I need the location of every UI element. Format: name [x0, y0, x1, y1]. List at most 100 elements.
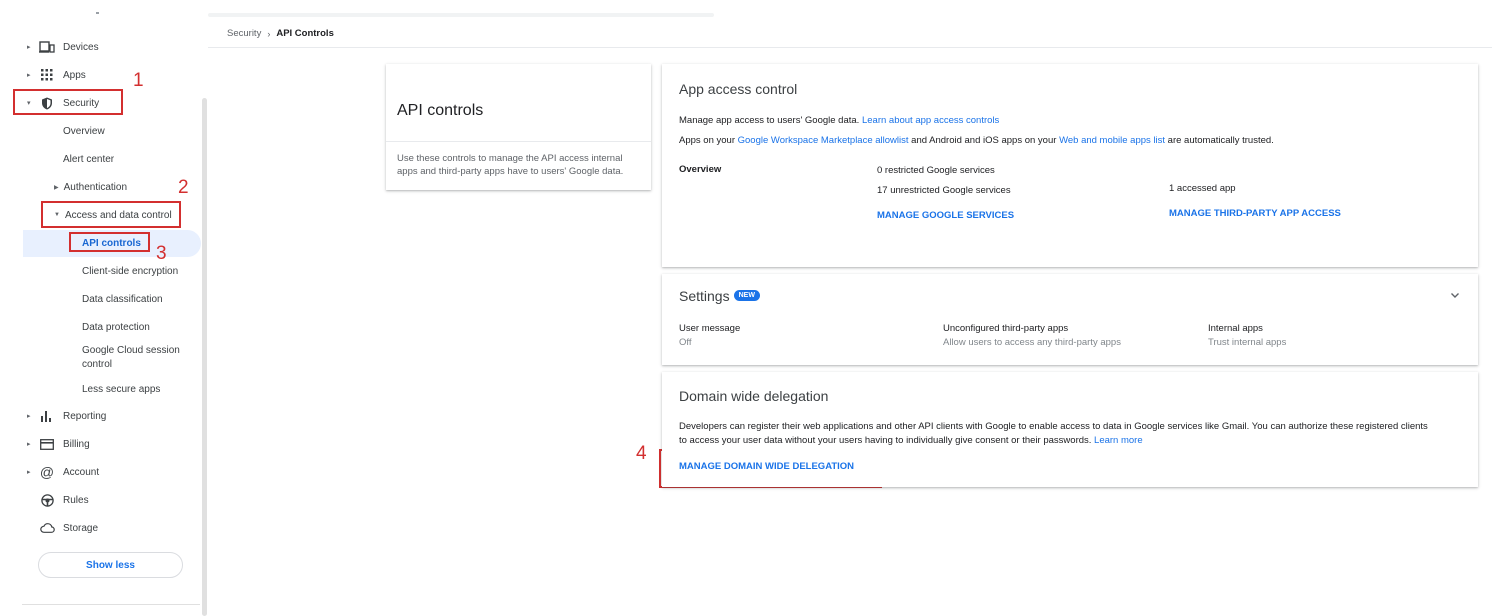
learn-app-access-link[interactable]: Learn about app access controls [862, 115, 999, 126]
sidebar-item-label: Data protection [82, 321, 150, 333]
sidebar-item-label: Authentication [63, 181, 128, 193]
sidebar-item-label: Reporting [63, 410, 107, 422]
app-access-text: Apps on your [679, 135, 735, 146]
header-divider [208, 47, 1492, 48]
sidebar-item-less-secure-apps[interactable]: Less secure apps [82, 377, 160, 401]
sidebar-item-rules[interactable]: Rules [0, 486, 200, 514]
user-message-label: User message [679, 323, 741, 334]
marketplace-allowlist-link[interactable]: Google Workspace Marketplace allowlist [738, 135, 909, 146]
app-access-text: and Android and iOS apps on your [911, 135, 1057, 146]
annotation-box-access-data-control [41, 201, 181, 228]
delegation-description-text: to access your user data without your us… [679, 435, 1092, 446]
sidebar-item-overview[interactable]: Overview [63, 119, 105, 143]
sidebar-item-label: Devices [63, 41, 99, 53]
sidebar-item-label: Less secure apps [82, 383, 161, 395]
settings-title: Settings [679, 288, 730, 304]
breadcrumb-separator-icon: › [267, 28, 271, 39]
user-message-value: Off [679, 337, 692, 348]
breadcrumb: Security › API Controls [227, 28, 334, 39]
annotation-number: 3 [156, 243, 167, 264]
card-title: App access control [679, 81, 798, 97]
sidebar-item-google-cloud-session-control[interactable]: Google Cloud session control [82, 343, 180, 373]
annotation-box-api-controls [69, 232, 150, 252]
devices-icon [39, 39, 55, 55]
sidebar-item-data-protection[interactable]: Data protection [82, 315, 150, 339]
annotation-number: 4 [636, 443, 647, 464]
breadcrumb-parent-link[interactable]: Security [227, 28, 261, 39]
sidebar-divider [22, 604, 200, 605]
sidebar-item-label: Alert center [63, 153, 115, 165]
internal-apps-label: Internal apps [1208, 323, 1263, 334]
steering-wheel-icon [39, 492, 55, 508]
card-title: Settings NEW [679, 288, 760, 304]
card-divider [386, 141, 651, 142]
unconfigured-apps-value: Allow users to access any third-party ap… [943, 337, 1121, 348]
sidebar-item-data-classification[interactable]: Data classification [82, 287, 163, 311]
expand-arrow-icon: ▸ [27, 469, 31, 476]
cloud-icon [39, 520, 55, 536]
show-less-button[interactable]: Show less [38, 552, 183, 578]
sidebar-item-reporting[interactable]: ▸ Reporting [0, 402, 200, 430]
annotation-number: 1 [133, 70, 144, 91]
expand-arrow-icon: ▶ [54, 184, 59, 191]
domain-wide-delegation-card: Domain wide delegation Developers can re… [662, 372, 1478, 487]
api-controls-info-card: API controls Use these controls to manag… [386, 64, 651, 190]
sidebar-item-authentication[interactable]: ▶ Authentication [54, 175, 127, 199]
page-description: Use these controls to manage the API acc… [397, 153, 624, 177]
new-badge: NEW [733, 289, 760, 301]
unconfigured-apps-label: Unconfigured third-party apps [943, 323, 1069, 334]
expand-arrow-icon: ▸ [27, 72, 31, 79]
annotation-number: 2 [178, 177, 189, 198]
annotation-box-security [13, 89, 123, 115]
bar-chart-icon [39, 408, 55, 424]
show-less-label: Show less [86, 559, 135, 571]
web-mobile-apps-link[interactable]: Web and mobile apps list [1059, 135, 1165, 146]
manage-domain-wide-delegation-button[interactable]: MANAGE DOMAIN WIDE DELEGATION [679, 461, 854, 472]
scroll-hint [96, 12, 99, 14]
sidebar-item-label: Data classification [82, 293, 163, 305]
app-access-description: Manage app access to users' Google data. [679, 115, 860, 126]
delegation-description-line2: to access your user data without your us… [679, 435, 1143, 446]
sidebar-item-label: Google Cloud session [82, 345, 180, 356]
accessed-apps-count: 1 accessed app [1169, 183, 1236, 194]
learn-more-link[interactable]: Learn more [1094, 435, 1143, 446]
breadcrumb-current: API Controls [276, 28, 334, 39]
at-sign-icon: @ [39, 464, 55, 480]
card-title: Domain wide delegation [679, 388, 829, 404]
sidebar-item-account[interactable]: ▸ @ Account [0, 458, 200, 486]
sidebar-item-label: control [82, 359, 113, 370]
app-access-control-card: App access control Manage app access to … [662, 64, 1478, 267]
sidebar-item-label: Billing [63, 438, 90, 450]
expand-arrow-icon: ▸ [27, 441, 31, 448]
sidebar-item-label: Storage [63, 522, 99, 534]
sidebar-item-label: Account [63, 466, 100, 478]
sidebar-scrollbar[interactable] [202, 98, 207, 616]
settings-card[interactable]: Settings NEW User message Off Unconfigure… [662, 274, 1478, 365]
app-access-line2: Apps on your Google Workspace Marketplac… [679, 135, 1274, 146]
internal-apps-value: Trust internal apps [1208, 337, 1287, 348]
top-search-bar-edge [208, 13, 714, 17]
credit-card-icon [39, 436, 55, 452]
manage-third-party-access-button[interactable]: MANAGE THIRD-PARTY APP ACCESS [1169, 208, 1341, 219]
expand-arrow-icon: ▸ [27, 413, 31, 420]
sidebar-item-apps[interactable]: ▸ Apps [0, 61, 200, 89]
manage-google-services-button[interactable]: MANAGE GOOGLE SERVICES [877, 210, 1014, 221]
app-access-text: are automatically trusted. [1167, 135, 1274, 146]
sidebar-item-devices[interactable]: ▸ Devices [0, 33, 200, 61]
sidebar-item-label: Rules [63, 494, 89, 506]
restricted-services-count: 0 restricted Google services [877, 165, 995, 176]
sidebar-item-label: Overview [63, 125, 105, 137]
app-access-line1: Manage app access to users' Google data.… [679, 115, 999, 126]
apps-grid-icon [39, 67, 55, 83]
sidebar-item-label: Client-side encryption [82, 265, 179, 277]
delegation-description-line1: Developers can register their web applic… [679, 421, 1428, 432]
unrestricted-services-count: 17 unrestricted Google services [877, 185, 1011, 196]
chevron-down-icon[interactable] [1448, 288, 1462, 302]
sidebar-item-label: Apps [63, 69, 86, 81]
sidebar-item-billing[interactable]: ▸ Billing [0, 430, 200, 458]
page-title: API controls [397, 102, 484, 119]
sidebar-item-alert-center[interactable]: Alert center [63, 147, 114, 171]
sidebar-item-storage[interactable]: Storage [0, 514, 200, 542]
expand-arrow-icon: ▸ [27, 44, 31, 51]
overview-label: Overview [679, 164, 722, 175]
